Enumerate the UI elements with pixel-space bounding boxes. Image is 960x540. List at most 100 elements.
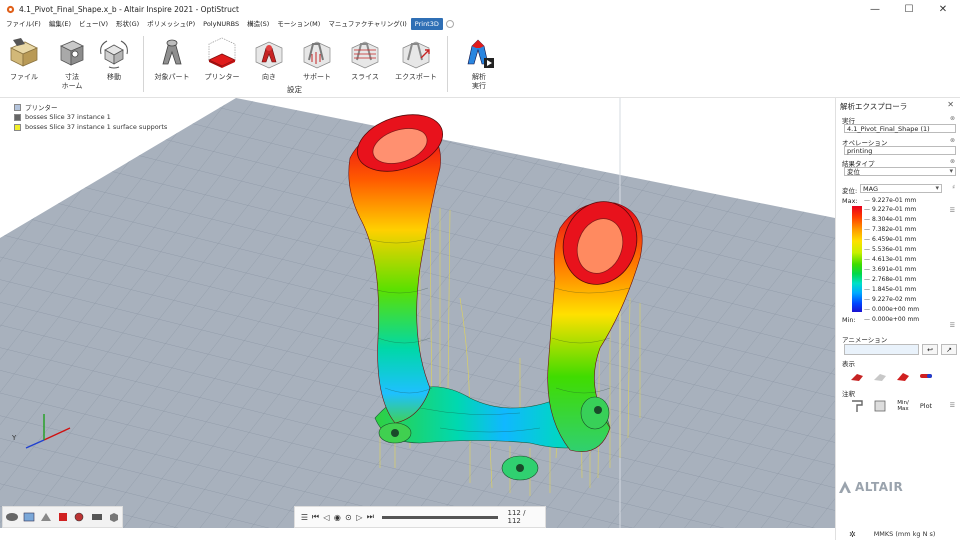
analysis-run-tool[interactable]: 解析 実行 (455, 36, 503, 91)
minimize-button[interactable]: — (858, 0, 892, 18)
animation-label: アニメーション (842, 336, 888, 344)
file-label: ファイル (10, 73, 38, 81)
annotation-label: 注釈 (842, 390, 855, 398)
legend-menu-icon[interactable]: ☰ (950, 207, 955, 214)
displacement-select[interactable]: MAG (860, 184, 942, 193)
model-tree-legend: プリンター bosses Slice 37 instance 1 bosses … (14, 102, 167, 132)
view-shade-icon[interactable] (3, 508, 20, 526)
setup-group-label: 設定 (287, 85, 302, 94)
tree-row-part[interactable]: bosses Slice 37 instance 1 (14, 112, 167, 122)
close-button[interactable]: ✕ (926, 0, 960, 18)
view-wireframe-icon[interactable] (20, 508, 37, 526)
annotation-minmax-button[interactable]: Min/ Max (892, 398, 914, 414)
operation-field[interactable]: printing (844, 146, 956, 155)
menu-edit[interactable]: 編集(E) (45, 18, 75, 30)
analysis-explorer-panel: 解析エクスプローラ ✕ 実行 ⊗ 4.1_Pivot_Final_Shape (… (835, 98, 960, 540)
displacement-label: 変位: (842, 187, 858, 195)
unit-system[interactable]: MMKS (mm kg N s) (874, 530, 936, 538)
menu-polynurbs[interactable]: PolyNURBS (199, 18, 243, 30)
contour-value: 2.768e-01 mm (864, 276, 916, 283)
menu-print3d[interactable]: Print3D (410, 18, 443, 30)
tree-row-printer[interactable]: プリンター (14, 102, 167, 112)
support-tool[interactable]: サポート (293, 36, 341, 82)
export-label: エクスポート (395, 73, 437, 81)
dimension-home-tool[interactable]: 寸法 ホーム (48, 36, 96, 91)
run-settings-icon[interactable]: ⊗ (950, 115, 955, 122)
result-type-settings-icon[interactable]: ⊗ (950, 158, 955, 165)
legend-menu-icon[interactable]: ☰ (950, 322, 955, 329)
dimension-home-icon (55, 36, 89, 70)
menu-structure[interactable]: 構造(S) (243, 18, 273, 30)
status-bar: ✲ MMKS (mm kg N s) (835, 528, 960, 540)
view-measure-icon[interactable] (71, 508, 88, 526)
move-tool[interactable]: 移動 (90, 36, 138, 82)
view-box-icon[interactable] (105, 508, 122, 526)
file-tool[interactable]: ファイル (0, 36, 48, 82)
menu-polymesh[interactable]: ポリメッシュ(P) (143, 18, 199, 30)
animation-mode-button[interactable]: ↩ (922, 344, 938, 355)
run-field[interactable]: 4.1_Pivot_Final_Shape (1) (844, 124, 956, 133)
annotation-box-icon[interactable] (869, 398, 891, 414)
printer-tool[interactable]: プリンター (198, 36, 246, 82)
contour-color-bar (852, 206, 862, 312)
animation-slider[interactable] (844, 344, 919, 355)
display-undeformed-icon[interactable] (869, 368, 891, 384)
last-frame-icon[interactable]: ⏭ (365, 510, 376, 524)
slice-label: スライス (351, 73, 379, 81)
menu-manufacturing[interactable]: マニュファクチャリング(I) (324, 18, 410, 30)
contour-value: 9.227e-02 mm (864, 296, 916, 303)
contour-value: 5.536e-01 mm (864, 246, 916, 253)
dimension-label: 寸法 (65, 73, 79, 81)
step-forward-icon[interactable]: ▷ (354, 510, 365, 524)
contour-value: 4.613e-01 mm (864, 256, 916, 263)
play-icon[interactable]: ⊙ (343, 510, 354, 524)
contour-value: 7.382e-01 mm (864, 226, 916, 233)
animation-settings-button[interactable]: ↗ (941, 344, 957, 355)
menu-view[interactable]: ビュー(V) (75, 18, 112, 30)
menu-geometry[interactable]: 形状(G) (112, 18, 143, 30)
operation-settings-icon[interactable]: ⊗ (950, 137, 955, 144)
result-type-select[interactable]: 変位 (844, 167, 956, 176)
view-color-icon[interactable] (54, 508, 71, 526)
part-swatch (14, 113, 21, 121)
view-explode-icon[interactable] (88, 508, 105, 526)
step-back-icon[interactable]: ◁ (321, 510, 332, 524)
panel-close-icon[interactable]: ✕ (947, 100, 954, 109)
view-section-icon[interactable] (37, 508, 54, 526)
playback-menu-icon[interactable]: ☰ (299, 510, 310, 524)
annotation-menu-icon[interactable]: ☰ (950, 402, 955, 409)
display-deformed-icon[interactable] (846, 368, 868, 384)
displacement-options-icon[interactable]: ♯ (952, 184, 955, 191)
menu-file[interactable]: ファイル(F) (2, 18, 45, 30)
first-frame-icon[interactable]: ⏮ (310, 510, 321, 524)
playback-bar: ☰ ⏮ ◁ ◉ ⊙ ▷ ⏭ 112 / 112 (294, 506, 546, 528)
menu-options-icon[interactable] (445, 20, 454, 28)
analysis-run-icon (462, 36, 496, 70)
menu-motion[interactable]: モーション(M) (273, 18, 324, 30)
annotation-plot-button[interactable]: Plot (915, 398, 937, 414)
display-options-row (846, 368, 938, 384)
viewport-scene: Y (0, 98, 835, 528)
max-label: Max: (842, 197, 858, 205)
annotation-probe-icon[interactable] (846, 398, 868, 414)
display-bar-icon[interactable] (915, 368, 937, 384)
target-part-tool[interactable]: 対象パート (148, 36, 196, 82)
home-label: ホーム (61, 82, 83, 90)
altair-logo-icon (839, 481, 851, 493)
playback-slider[interactable] (381, 515, 498, 519)
maximize-button[interactable]: ☐ (892, 0, 926, 18)
contour-value: 0.000e+00 mm (864, 306, 919, 313)
display-contour-icon[interactable] (892, 368, 914, 384)
slice-tool[interactable]: スライス (341, 36, 389, 82)
annotation-options-row: Min/ Max Plot (846, 398, 938, 414)
settings-gear-icon[interactable]: ✲ (849, 530, 856, 539)
record-icon[interactable]: ◉ (332, 510, 343, 524)
tree-row-supports[interactable]: bosses Slice 37 instance 1 surface suppo… (14, 122, 167, 132)
contour-value: 1.845e-01 mm (864, 286, 916, 293)
3d-viewport[interactable]: Y プリンター bosses Slice 37 instance 1 bosse… (0, 98, 835, 528)
orientation-tool[interactable]: 向き (245, 36, 293, 82)
svg-text:Y: Y (11, 434, 17, 442)
support-label: サポート (303, 73, 331, 81)
altair-logo: ALTAIR (838, 480, 903, 494)
export-tool[interactable]: エクスポート (392, 36, 440, 82)
